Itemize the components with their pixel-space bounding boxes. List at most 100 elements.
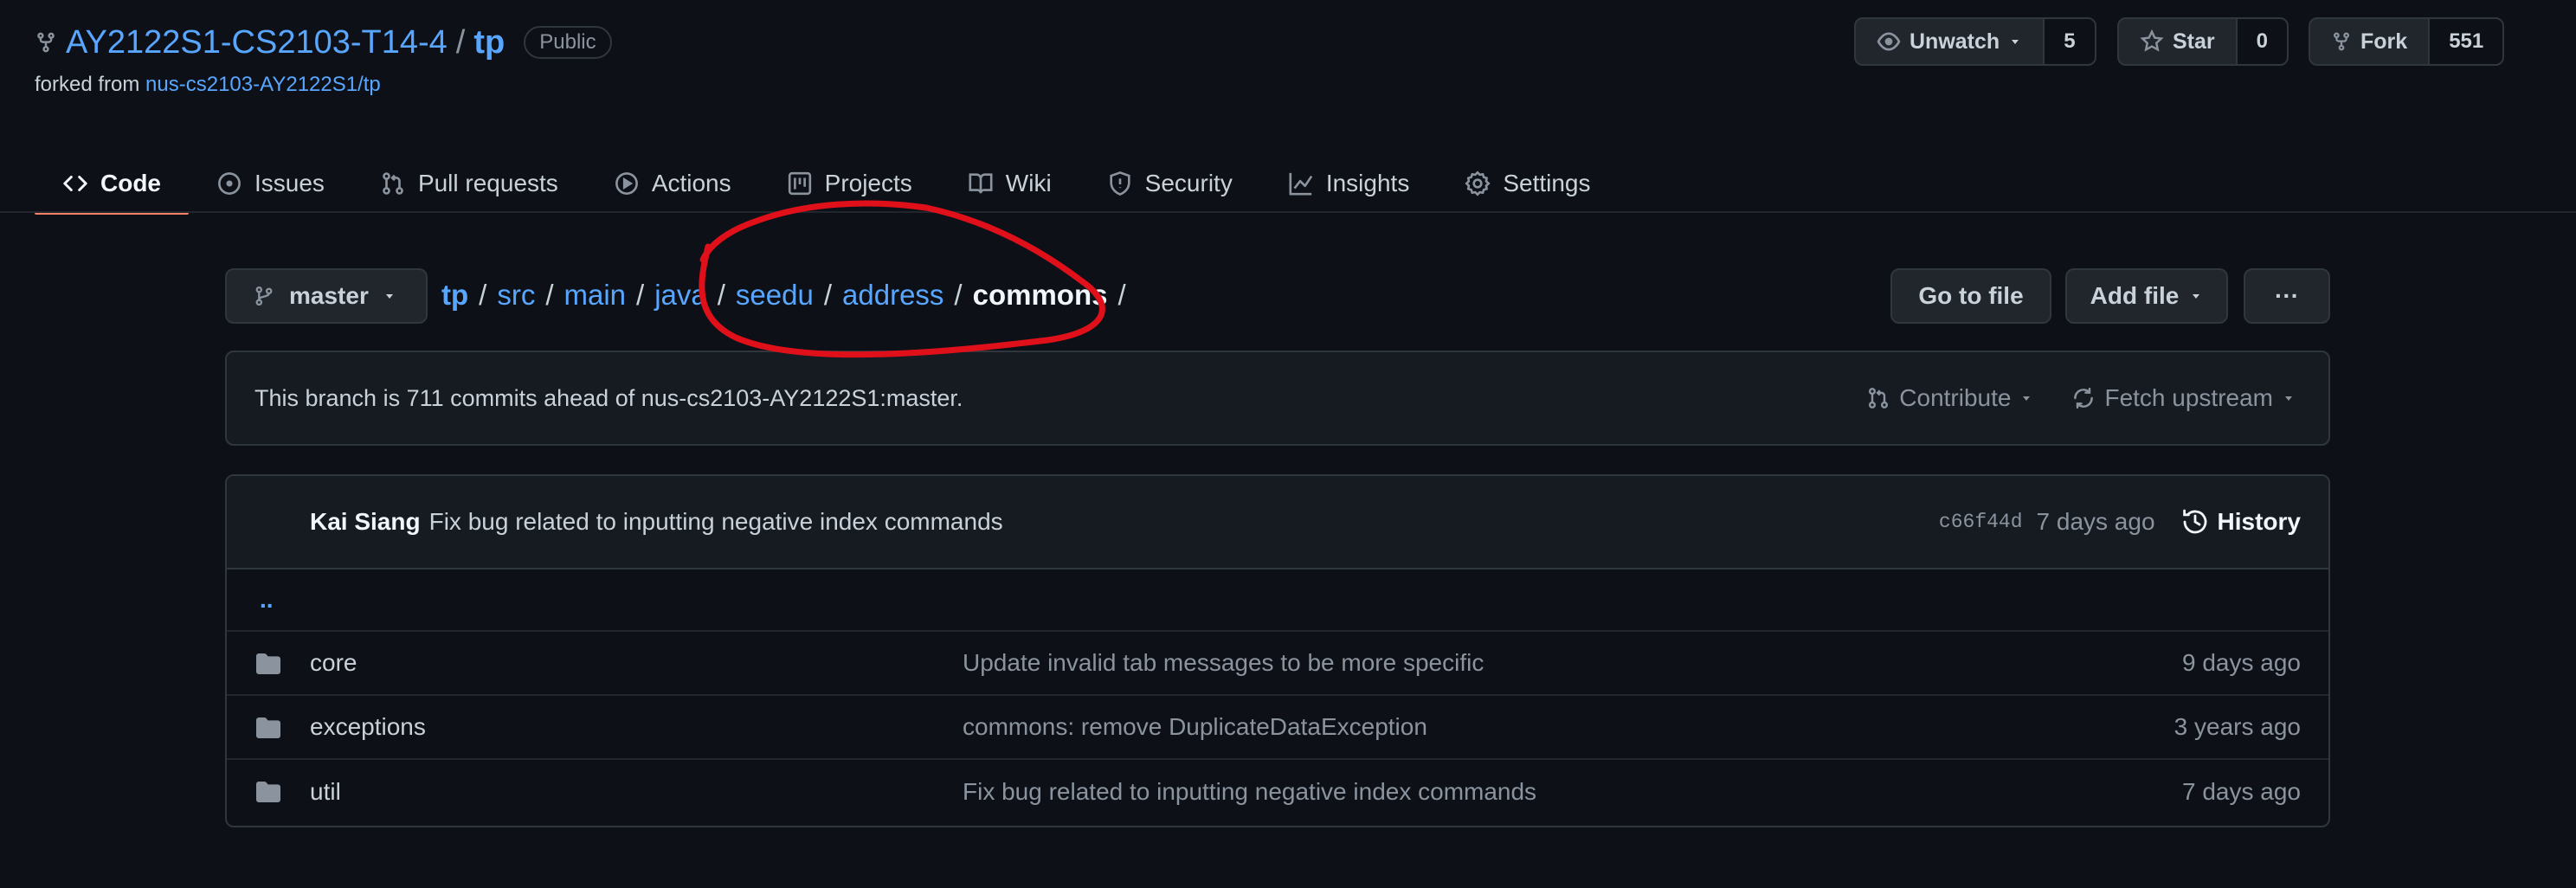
file-row-util[interactable]: util Fix bug related to inputting negati… [227, 760, 2328, 824]
breadcrumb-separator: / [545, 279, 554, 311]
tab-settings-label: Settings [1503, 170, 1591, 196]
watch-label: Unwatch [1909, 29, 2000, 54]
code-icon [63, 176, 87, 191]
tab-pull-requests-label: Pull requests [417, 170, 558, 196]
eye-icon [1877, 32, 1901, 51]
tab-pull-requests[interactable]: Pull requests [352, 144, 586, 213]
branch-info-box: This branch is 711 commits ahead of nus-… [225, 351, 2330, 446]
repo-forked-icon [37, 32, 55, 53]
parent-directory-link[interactable]: .. [227, 569, 2328, 632]
star-group: Star 0 [2117, 17, 2289, 66]
book-icon [969, 173, 993, 194]
star-count[interactable]: 0 [2235, 19, 2287, 64]
repo-header: AY2122S1-CS2103-T14-4 / tp Public [35, 19, 612, 66]
folder-icon [256, 653, 280, 674]
shield-icon [1110, 171, 1130, 196]
branch-ahead-message: This branch is 711 commits ahead of nus-… [254, 384, 963, 411]
breadcrumb-separator: / [1117, 279, 1126, 311]
fork-group: Fork 551 [2309, 17, 2505, 66]
gear-icon [1465, 171, 1491, 196]
go-to-file-button[interactable]: Go to file [1890, 268, 2051, 324]
go-to-file-label: Go to file [1918, 282, 2024, 309]
tab-issues[interactable]: Issues [189, 144, 352, 213]
breadcrumb-separator: / [636, 279, 645, 311]
fork-count[interactable]: 551 [2428, 19, 2503, 64]
breadcrumb: tp / src / main / java / seedu / address… [441, 279, 1126, 312]
file-name[interactable]: core [310, 649, 357, 677]
file-row-exceptions[interactable]: exceptions commons: remove DuplicateData… [227, 696, 2328, 760]
forked-source-link[interactable]: nus-cs2103-AY2122S1/tp [145, 73, 381, 96]
folder-icon [256, 717, 280, 738]
star-button[interactable]: Star [2119, 19, 2236, 64]
fork-button[interactable]: Fork [2310, 19, 2428, 64]
branch-name: master [289, 282, 369, 309]
issue-icon [218, 172, 241, 195]
kebab-horizontal-icon: ··· [2275, 282, 2299, 309]
tab-actions-label: Actions [651, 170, 731, 196]
project-icon [788, 171, 811, 196]
tab-wiki[interactable]: Wiki [940, 144, 1079, 213]
breadcrumb-separator: / [954, 279, 963, 311]
pull-request-icon [383, 172, 403, 195]
repo-separator: / [455, 23, 466, 61]
breadcrumb-item-src[interactable]: src [497, 279, 535, 312]
breadcrumb-item-main[interactable]: main [564, 279, 627, 312]
tab-wiki-label: Wiki [1005, 170, 1052, 196]
tab-code[interactable]: Code [35, 144, 189, 215]
visibility-badge: Public [524, 26, 612, 59]
tab-settings[interactable]: Settings [1437, 144, 1618, 213]
tab-security[interactable]: Security [1079, 144, 1260, 213]
commit-meta: c66f44d 7 days ago History [1939, 476, 2301, 568]
file-commit-message[interactable]: Update invalid tab messages to be more s… [963, 649, 1484, 677]
breadcrumb-item-address[interactable]: address [842, 279, 943, 312]
breadcrumb-item-commons: commons [972, 279, 1108, 311]
file-row-core[interactable]: core Update invalid tab messages to be m… [227, 632, 2328, 696]
tab-insights[interactable]: Insights [1260, 144, 1438, 213]
file-name[interactable]: exceptions [310, 713, 426, 741]
forked-from: forked from nus-cs2103-AY2122S1/tp [35, 73, 381, 97]
repo-name-link[interactable]: tp [473, 24, 505, 61]
breadcrumb-item-seedu[interactable]: seedu [736, 279, 814, 312]
chevron-down-icon [385, 294, 393, 299]
commit-message[interactable]: Fix bug related to inputting negative in… [429, 508, 1003, 536]
star-icon [2140, 29, 2164, 52]
chevron-down-icon [2012, 40, 2019, 44]
tab-projects[interactable]: Projects [759, 144, 940, 213]
more-options-button[interactable]: ··· [2244, 268, 2330, 324]
contribute-button[interactable]: Contribute [1866, 384, 2033, 412]
fetch-upstream-button[interactable]: Fetch upstream [2071, 384, 2296, 412]
breadcrumb-item-java[interactable]: java [654, 279, 707, 312]
graph-icon [1289, 172, 1313, 196]
fork-label: Fork [2360, 29, 2408, 54]
commit-sha[interactable]: c66f44d [1939, 511, 2023, 533]
chevron-down-icon [2193, 294, 2200, 299]
breadcrumb-item-tp[interactable]: tp [441, 279, 468, 312]
pull-request-icon [1869, 388, 1889, 409]
file-commit-time: 7 days ago [2182, 778, 2301, 805]
file-commit-message[interactable]: commons: remove DuplicateDataException [963, 713, 1427, 741]
red-annotation-circle [699, 200, 1105, 358]
star-label: Star [2173, 29, 2215, 54]
watch-count[interactable]: 5 [2043, 19, 2095, 64]
tab-actions[interactable]: Actions [586, 144, 759, 213]
file-commit-message[interactable]: Fix bug related to inputting negative in… [963, 778, 1536, 806]
watch-button[interactable]: Unwatch [1856, 19, 2043, 64]
commit-author[interactable]: Kai Siang [310, 508, 421, 536]
file-browser: Kai Siang Fix bug related to inputting n… [225, 474, 2330, 827]
file-commit-time: 3 years ago [2174, 713, 2301, 740]
chevron-down-icon [2285, 396, 2292, 401]
repo-owner-link[interactable]: AY2122S1-CS2103-T14-4 [66, 24, 448, 61]
commit-time: 7 days ago [2036, 508, 2155, 535]
breadcrumb-separator: / [823, 279, 833, 311]
breadcrumb-separator: / [717, 279, 725, 311]
play-icon [615, 172, 638, 195]
contribute-label: Contribute [1899, 384, 2012, 411]
add-file-label: Add file [2090, 282, 2180, 309]
add-file-button[interactable]: Add file [2065, 268, 2228, 324]
history-button[interactable]: History [2181, 508, 2301, 536]
branch-select-button[interactable]: master [225, 268, 428, 324]
chevron-down-icon [2023, 396, 2031, 401]
folder-icon [256, 782, 280, 802]
file-name[interactable]: util [310, 778, 341, 806]
forked-prefix: forked from [35, 73, 146, 96]
